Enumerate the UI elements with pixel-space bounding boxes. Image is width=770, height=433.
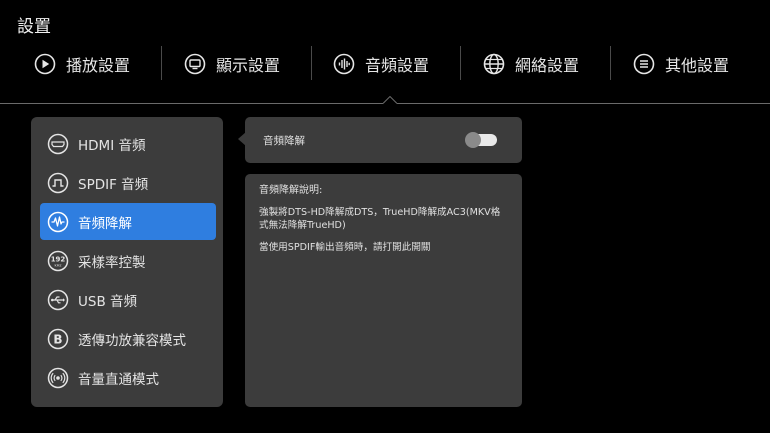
menu-item-volume-passthrough[interactable]: 音量直通模式 [40,359,216,396]
description-text: 強製將DTS-HD降解成DTS，TrueHD降解成AC3(MKV格式無法降解Tr… [259,207,501,231]
tab-separator [460,46,461,80]
volume-passthrough-icon [47,367,69,388]
tab-label: 顯示設置 [216,56,281,75]
hdmi-icon [47,133,69,154]
menu-circle-icon [633,53,655,75]
waveform-icon [47,211,69,232]
spdif-icon [47,172,69,193]
menu-item-sample-rate-control[interactable]: 192 kHz 采樣率控製 [40,242,216,279]
audio-settings-menu: HDMI 音頻 SPDIF 音頻 音頻降解 192 kHz 采樣率控製 USB … [31,117,223,407]
globe-icon [483,53,505,75]
tab-display-settings[interactable]: 顯示設置 [184,46,280,82]
tab-separator [610,46,611,80]
tab-label: 網絡設置 [515,56,580,75]
menu-item-label: 采樣率控製 [78,254,146,271]
menu-item-label: SPDIF 音頻 [78,176,149,193]
passthrough-letter: B [53,332,62,346]
tab-label: 音頻設置 [365,56,430,75]
tab-separator [311,46,312,80]
tab-other-settings[interactable]: 其他設置 [633,46,729,82]
description-panel: 音頻降解說明: 強製將DTS-HD降解成DTS，TrueHD降解成AC3(MKV… [245,174,522,407]
play-circle-icon [34,53,56,75]
menu-item-label: 音頻降解 [78,215,132,232]
description-title: 音頻降解說明: [259,185,323,196]
menu-item-audio-downmix[interactable]: 音頻降解 [40,203,216,240]
switch-knob [465,132,481,148]
passthrough-b-icon: B [47,328,69,349]
usb-icon [47,289,69,310]
settings-tabs: 播放設置 顯示設置 音頻設置 網絡設置 其他設置 [0,46,770,82]
page-title: 設置 [17,17,51,37]
menu-item-passthrough-amp-mode[interactable]: B 透傳功放兼容模式 [40,320,216,357]
tab-network-settings[interactable]: 網絡設置 [483,46,579,82]
samplerate-192-icon: 192 kHz [47,250,69,271]
audio-downmix-toggle-row[interactable]: 音頻降解 [245,117,522,163]
audio-downmix-switch[interactable] [465,132,497,148]
tab-audio-settings[interactable]: 音頻設置 [333,46,429,82]
menu-item-label: 音量直通模式 [78,371,159,388]
menu-item-hdmi-audio[interactable]: HDMI 音頻 [40,125,216,162]
samplerate-unit: kHz [54,262,61,267]
selected-tab-indicator [383,96,397,104]
menu-item-label: USB 音頻 [78,293,138,310]
menu-item-label: HDMI 音頻 [78,137,146,154]
setting-label: 音頻降解 [263,135,305,147]
tab-label: 播放設置 [66,56,131,75]
audio-wave-icon [333,53,355,75]
tab-separator [161,46,162,80]
menu-item-spdif-audio[interactable]: SPDIF 音頻 [40,164,216,201]
display-icon [184,53,206,75]
tab-playback-settings[interactable]: 播放設置 [34,46,130,82]
menu-item-usb-audio[interactable]: USB 音頻 [40,281,216,318]
tab-label: 其他設置 [665,56,730,75]
description-note: 當使用SPDIF輸出音頻時，請打開此開關 [259,242,431,253]
menu-item-label: 透傳功放兼容模式 [78,332,186,349]
